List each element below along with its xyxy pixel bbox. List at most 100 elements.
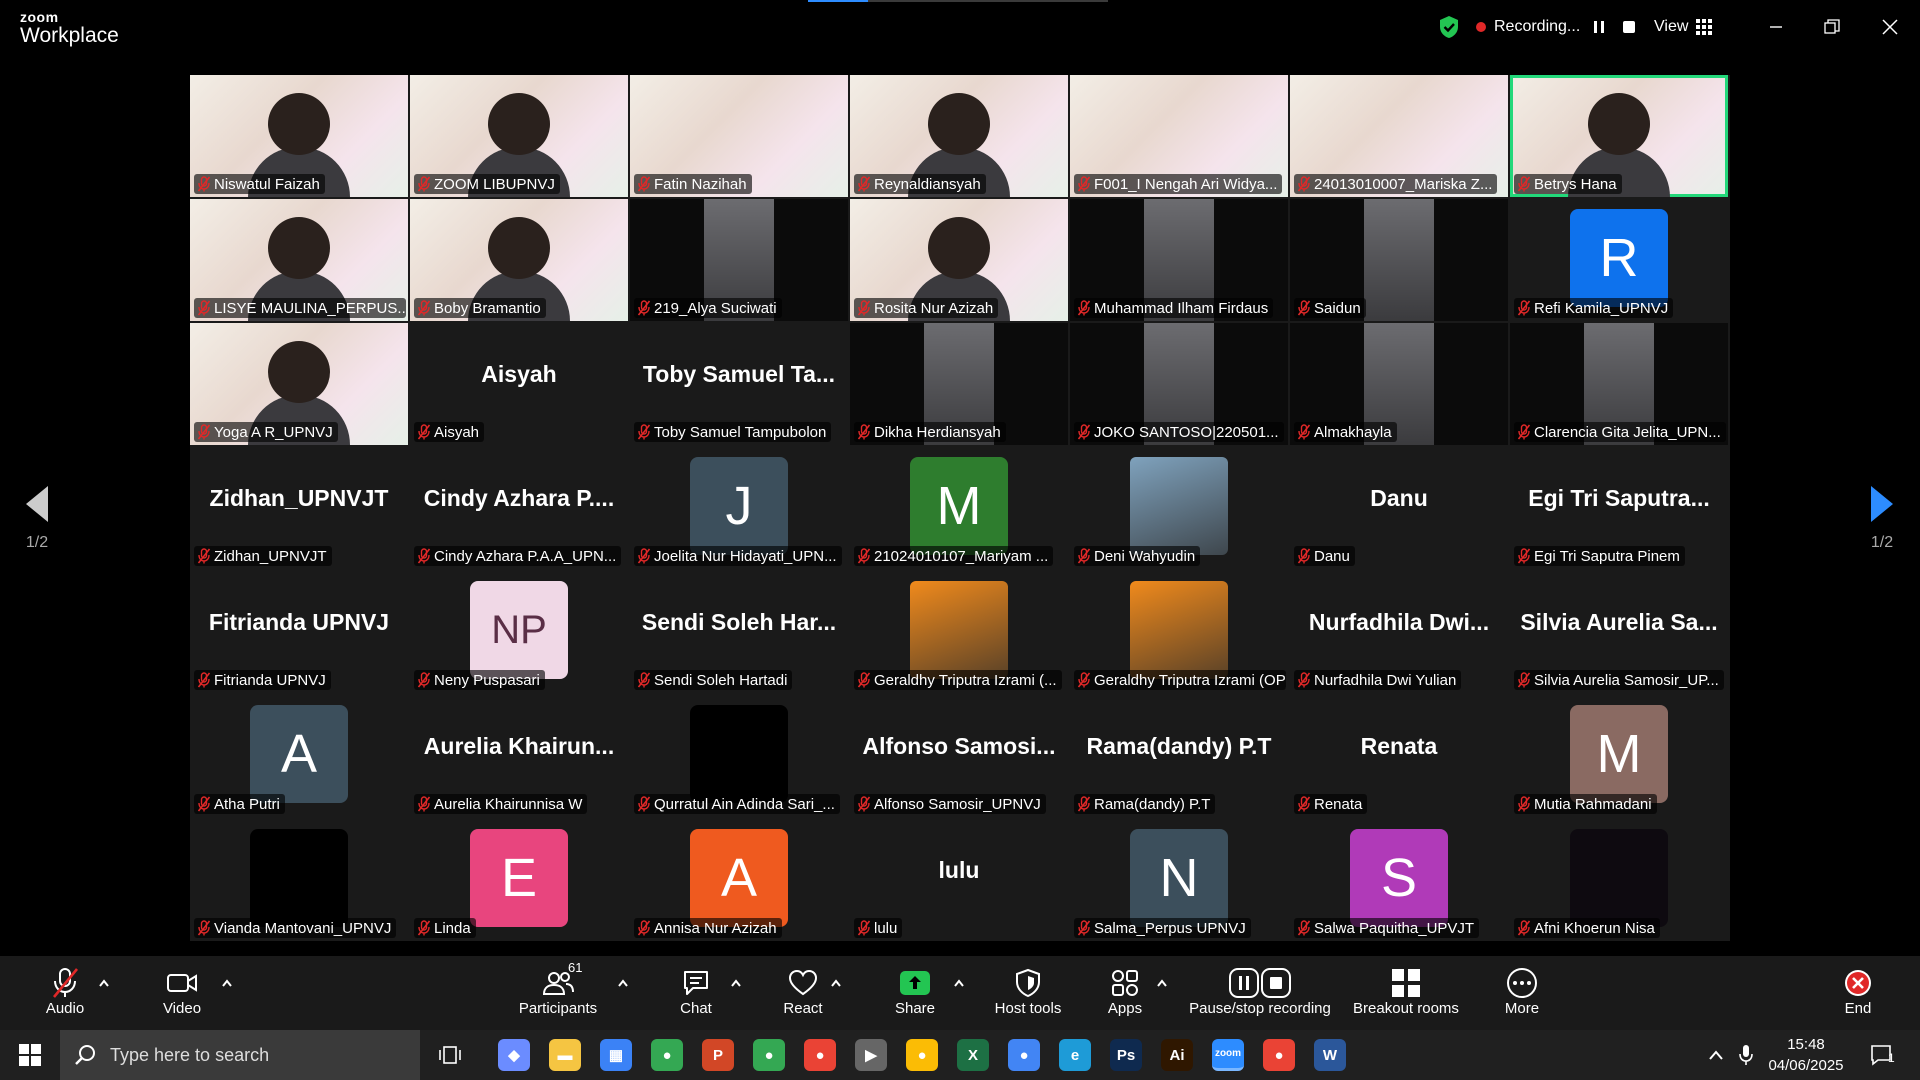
participant-tile[interactable]: JOKO SANTOSO|220501... (1070, 323, 1288, 445)
active-speaker-tile[interactable]: Betrys Hana (1510, 75, 1728, 197)
participant-tile[interactable]: S Salwa Paquitha_UPVJT (1290, 819, 1508, 941)
windows-start-icon[interactable] (14, 1039, 46, 1071)
participant-tile[interactable]: Dikha Herdiansyah (850, 323, 1068, 445)
previous-page-icon[interactable] (26, 486, 48, 522)
participant-tile[interactable]: M 21024010107_Mariyam ... (850, 447, 1068, 569)
react-button[interactable]: React (778, 966, 828, 1026)
chat-options-caret-icon[interactable] (730, 978, 742, 988)
chrome-profile-4-icon[interactable]: ● (1008, 1039, 1040, 1071)
participant-tile[interactable]: A Atha Putri (190, 695, 408, 817)
participant-tile[interactable]: Egi Tri Saputra... Egi Tri Saputra Pinem (1510, 447, 1728, 569)
participant-tile[interactable]: Niswatul Faizah (190, 75, 408, 197)
minimize-icon[interactable] (1758, 12, 1794, 42)
participant-tile[interactable]: Deni Wahyudin (1070, 447, 1288, 569)
participant-tile[interactable]: Boby Bramantio (410, 199, 628, 321)
chat-button[interactable]: Chat (674, 966, 718, 1026)
participant-tile[interactable]: Silvia Aurelia Sa... Silvia Aurelia Samos… (1510, 571, 1728, 693)
participants-options-caret-icon[interactable] (617, 978, 629, 988)
participant-tile[interactable]: Afni Khoerun Nisa (1510, 819, 1728, 941)
participant-tile[interactable]: Geraldhy Triputra Izrami (... (850, 571, 1068, 693)
participant-tile[interactable]: Clarencia Gita Jelita_UPN... (1510, 323, 1728, 445)
word-icon[interactable]: W (1314, 1039, 1346, 1071)
participant-tile[interactable]: J Joelita Nur Hidayati_UPN... (630, 447, 848, 569)
participant-tile[interactable]: Toby Samuel Ta... Toby Samuel Tampubolon (630, 323, 848, 445)
participant-tile[interactable]: 219_Alya Suciwati (630, 199, 848, 321)
participant-tile[interactable]: Nurfadhila Dwi... Nurfadhila Dwi Yulian (1290, 571, 1508, 693)
task-view-icon[interactable] (434, 1039, 466, 1071)
apps-options-caret-icon[interactable] (1156, 978, 1168, 988)
share-button[interactable]: Share (890, 966, 940, 1026)
participant-tile[interactable]: Sendi Soleh Har... Sendi Soleh Hartadi (630, 571, 848, 693)
chrome-profile-2-icon[interactable]: ● (804, 1039, 836, 1071)
participants-button[interactable]: 61 Participants (514, 960, 602, 1026)
store-icon[interactable]: ▦ (600, 1039, 632, 1071)
restore-icon[interactable] (1814, 12, 1850, 42)
participant-tile[interactable]: N Salma_Perpus UPNVJ (1070, 819, 1288, 941)
participant-tile[interactable]: Rosita Nur Azizah (850, 199, 1068, 321)
participant-tile[interactable]: Zidhan_UPNVJT Zidhan_UPNVJT (190, 447, 408, 569)
view-button[interactable]: View (1654, 12, 1713, 42)
chrome-profile-icon[interactable]: ● (753, 1039, 785, 1071)
participant-tile[interactable]: Aurelia Khairun... Aurelia Khairunnisa W (410, 695, 628, 817)
participant-tile[interactable]: Rama(dandy) P.T Rama(dandy) P.T (1070, 695, 1288, 817)
file-explorer-icon[interactable]: ▬ (549, 1039, 581, 1071)
microphone-tray-icon[interactable] (1730, 1039, 1762, 1071)
participant-tile[interactable]: lulu lulu (850, 819, 1068, 941)
illustrator-icon[interactable]: Ai (1161, 1039, 1193, 1071)
edge-icon[interactable]: e (1059, 1039, 1091, 1071)
close-icon[interactable] (1872, 12, 1908, 42)
participant-tile[interactable]: 24013010007_Mariska Z... (1290, 75, 1508, 197)
participant-tile[interactable]: Alfonso Samosi... Alfonso Samosir_UPNVJ (850, 695, 1068, 817)
participant-tile[interactable]: Vianda Mantovani_UPNVJ (190, 819, 408, 941)
participant-tile[interactable]: Reynaldiansyah (850, 75, 1068, 197)
taskbar-search-box[interactable]: Type here to search (60, 1030, 420, 1080)
audio-options-caret-icon[interactable] (98, 978, 110, 988)
photoshop-icon[interactable]: Ps (1110, 1039, 1142, 1071)
react-options-caret-icon[interactable] (830, 978, 842, 988)
participant-tile[interactable]: Fatin Nazihah (630, 75, 848, 197)
stop-recording-icon[interactable] (1618, 16, 1640, 38)
share-options-caret-icon[interactable] (953, 978, 965, 988)
end-meeting-button[interactable]: End (1838, 966, 1878, 1026)
video-options-caret-icon[interactable] (221, 978, 233, 988)
notification-center-icon[interactable]: 1 (1866, 1039, 1898, 1071)
participant-tile[interactable]: Geraldhy Triputra Izrami (OP) (1070, 571, 1288, 693)
media-player-icon[interactable]: ▶ (855, 1039, 887, 1071)
powerpoint-icon[interactable]: P (702, 1039, 734, 1071)
participant-tile[interactable]: Yoga A R_UPNVJ (190, 323, 408, 445)
chrome-profile-5-icon[interactable]: ● (1263, 1039, 1295, 1071)
participant-tile[interactable]: Renata Renata (1290, 695, 1508, 817)
apps-button[interactable]: Apps (1103, 966, 1147, 1026)
security-shield-icon[interactable] (1438, 12, 1460, 42)
participant-tile[interactable]: Qurratul Ain Adinda Sari_... (630, 695, 848, 817)
audio-button[interactable]: Audio (40, 966, 90, 1026)
chrome-profile-3-icon[interactable]: ● (906, 1039, 938, 1071)
chrome-icon[interactable]: ● (651, 1039, 683, 1071)
breakout-rooms-button[interactable]: Breakout rooms (1350, 966, 1462, 1026)
participant-tile[interactable]: Muhammad Ilham Firdaus (1070, 199, 1288, 321)
system-clock[interactable]: 15:48 04/06/2025 (1766, 1034, 1846, 1076)
next-page-icon[interactable] (1871, 486, 1893, 522)
participant-tile[interactable]: LISYE MAULINA_PERPUS... (190, 199, 408, 321)
excel-icon[interactable]: X (957, 1039, 989, 1071)
participant-tile[interactable]: F001_I Nengah Ari Widya... (1070, 75, 1288, 197)
show-hidden-icons-chevron-icon[interactable] (1700, 1039, 1732, 1071)
participant-tile[interactable]: R Refi Kamila_UPNVJ (1510, 199, 1728, 321)
participant-tile[interactable]: ZOOM LIBUPNVJ (410, 75, 628, 197)
participant-tile[interactable]: Aisyah Aisyah (410, 323, 628, 445)
participant-tile[interactable]: Danu Danu (1290, 447, 1508, 569)
previous-page-nav[interactable]: 1/2 (17, 486, 57, 552)
participant-tile[interactable]: Fitrianda UPNVJ Fitrianda UPNVJ (190, 571, 408, 693)
host-tools-button[interactable]: Host tools (990, 966, 1066, 1026)
participant-tile[interactable]: M Mutia Rahmadani (1510, 695, 1728, 817)
next-page-nav[interactable]: 1/2 (1862, 486, 1902, 552)
pause-recording-icon[interactable] (1588, 16, 1610, 38)
copilot-icon[interactable]: ◆ (498, 1039, 530, 1071)
pause-stop-recording-button[interactable]: Pause/stop recording (1184, 966, 1336, 1026)
zoom-taskbar-icon[interactable]: zoom (1212, 1039, 1244, 1071)
participant-tile[interactable]: E Linda (410, 819, 628, 941)
participant-tile[interactable]: Cindy Azhara P.... Cindy Azhara P.A.A_UPN… (410, 447, 628, 569)
participant-tile[interactable]: Saidun (1290, 199, 1508, 321)
more-button[interactable]: More (1500, 966, 1544, 1026)
participant-tile[interactable]: A Annisa Nur Azizah (630, 819, 848, 941)
